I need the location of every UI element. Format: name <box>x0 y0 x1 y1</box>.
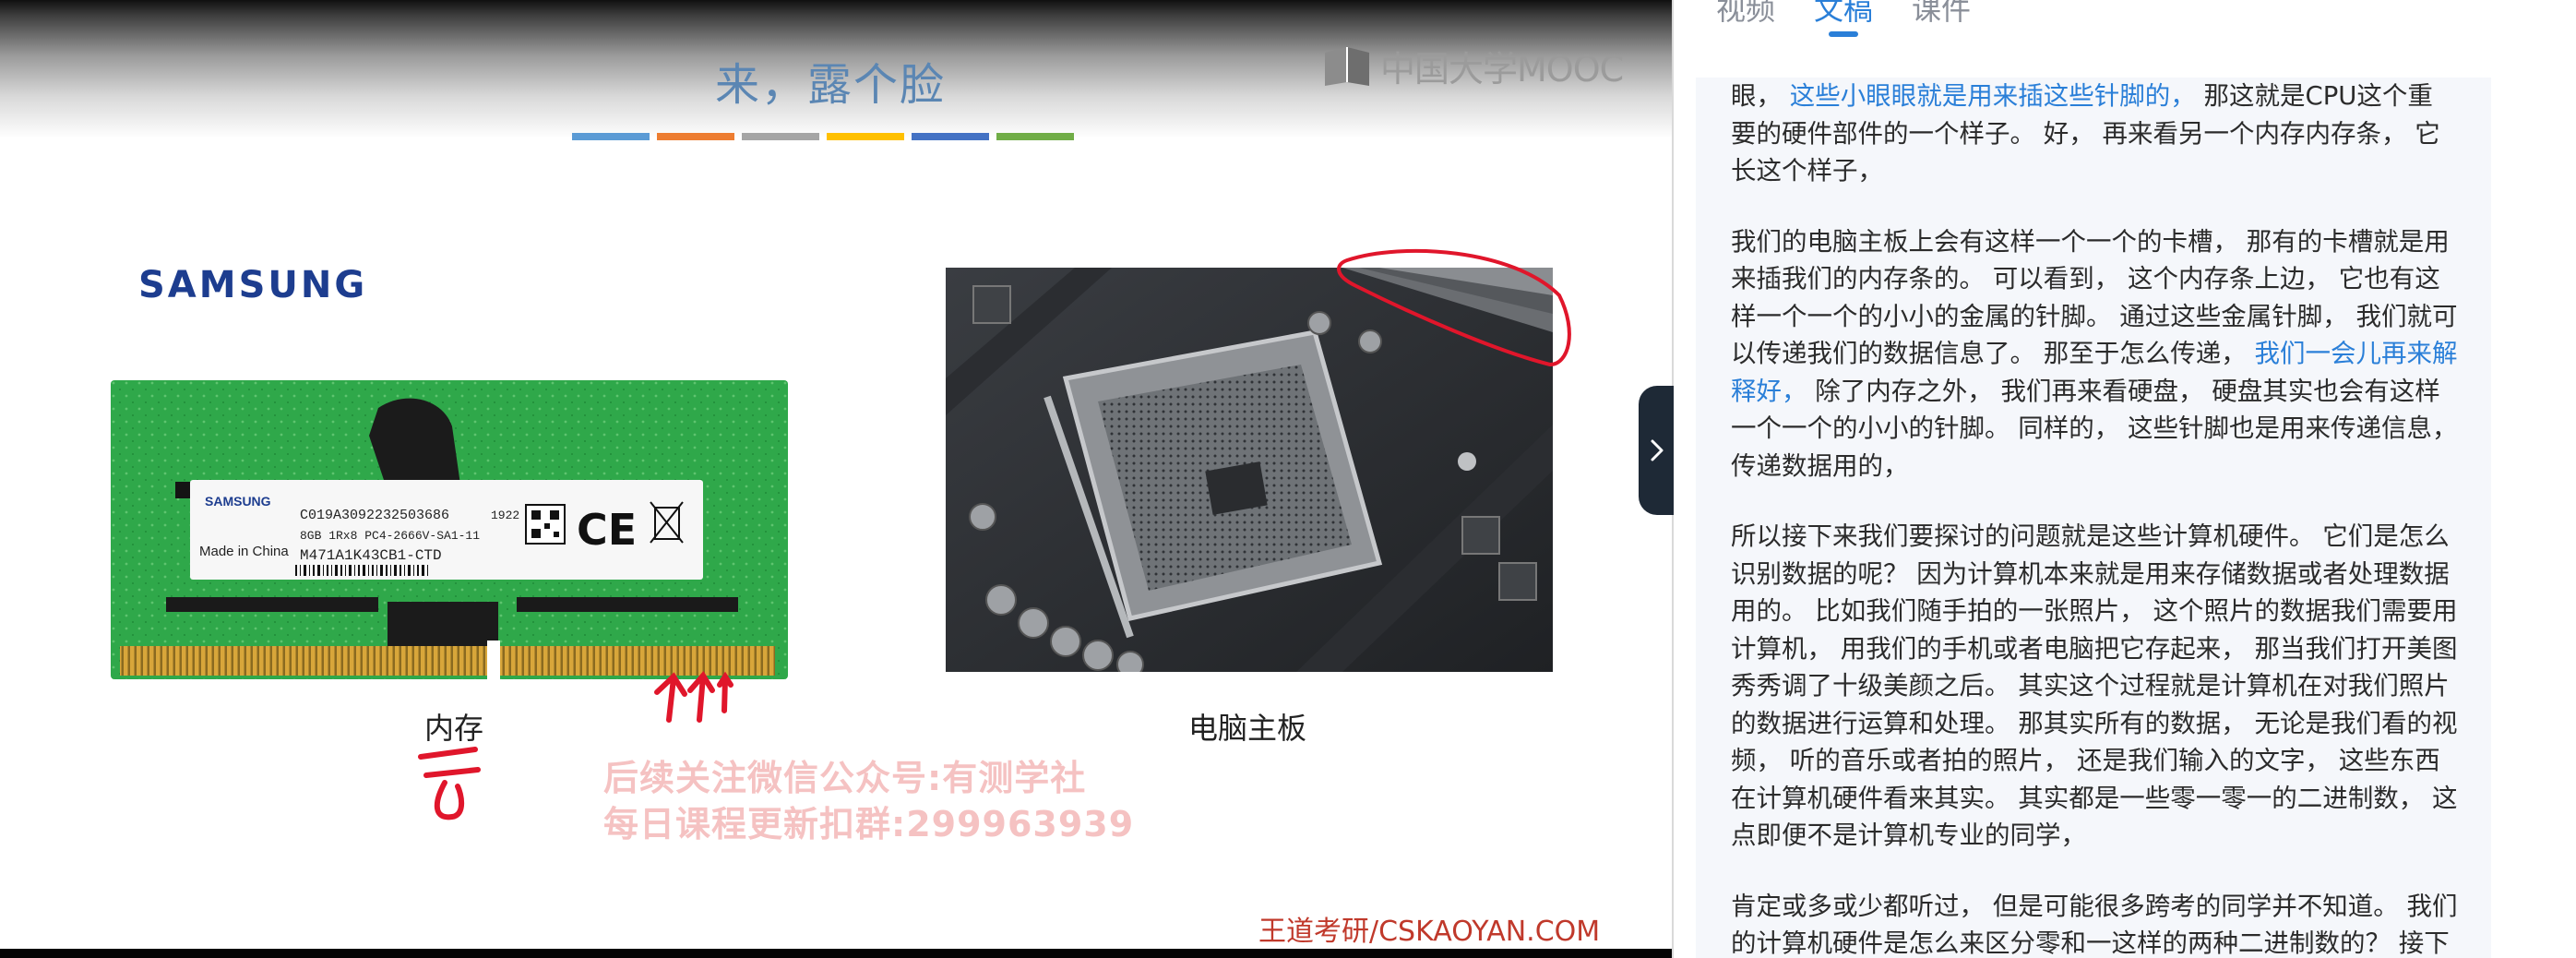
watermark-line-1: 后续关注微信公众号:有测学社 <box>603 758 1087 798</box>
title-color-strip <box>572 133 1074 140</box>
mooc-logo-text: 中国大学MOOC <box>1380 49 1624 90</box>
ram-stick-image: SAMSUNG C019A3092232503686 8GB 1Rx8 PC4-… <box>111 380 788 679</box>
slide-title: 来，露个脸 <box>714 59 946 111</box>
mooc-book-icon <box>1325 46 1369 86</box>
watermark-line-2: 每日课程更新扣群:299963939 <box>603 804 1135 844</box>
transcript-text: 除了内存之外， 我们再来看硬盘， 硬盘其实也会有这样一个一个的小小的针脚。 同样… <box>1731 376 2458 481</box>
ram-caption: 内存 <box>424 711 484 746</box>
collapse-panel-button[interactable] <box>1639 386 1676 515</box>
panel-tabs: 视频 文稿 课件 <box>1716 0 1971 37</box>
video-player[interactable]: 来，露个脸 中国大学MOOC SAMSUNG SAMSUNG C019A3092… <box>0 0 1677 958</box>
tab-video[interactable]: 视频 <box>1716 0 1775 37</box>
strip-segment <box>572 133 650 140</box>
strip-segment <box>912 133 989 140</box>
annotation-arrow <box>687 670 715 723</box>
ram-label-brand: SAMSUNG <box>205 494 271 509</box>
strip-segment <box>742 133 819 140</box>
chevron-right-icon <box>1651 439 1664 461</box>
transcript-area[interactable]: 眼， 这些小眼眼就是用来插这些针脚的， 那这就是CPU这个重要的硬件部件的一个样… <box>1696 78 2491 958</box>
video-bottom-edge <box>0 949 1677 958</box>
strip-segment <box>657 133 734 140</box>
footer-brand: 王道考研/CSKAOYAN.COM <box>1258 916 1601 948</box>
transcript-text: 眼， <box>1731 81 1790 111</box>
motherboard-image <box>946 268 1553 672</box>
ram-label-spec: 8GB 1Rx8 PC4-2666V-SA1-11 <box>300 529 480 543</box>
transcript-paragraph: 我们的电脑主板上会有这样一个一个的卡槽， 那有的卡槽就是用来插我们的内存条的。 … <box>1731 223 2458 485</box>
strip-segment <box>827 133 904 140</box>
ram-label-origin: Made in China <box>199 544 289 559</box>
tab-transcript[interactable]: 文稿 <box>1814 0 1873 37</box>
annotation-underline <box>418 747 481 820</box>
strip-segment <box>996 133 1074 140</box>
tab-courseware[interactable]: 课件 <box>1912 0 1971 37</box>
samsung-logo: SAMSUNG <box>138 264 368 306</box>
annotation-arrow <box>654 672 687 723</box>
motherboard-caption: 电脑主板 <box>1188 711 1307 746</box>
svg-text:CE: CE <box>577 505 637 555</box>
transcript-paragraph: 肯定或多或少都听过， 但是可能很多跨考的同学并不知道。 我们的计算机硬件是怎么来… <box>1731 891 2458 958</box>
transcript-link[interactable]: 这些小眼眼就是用来插这些针脚的， <box>1790 81 2196 111</box>
transcript-paragraph: 眼， 这些小眼眼就是用来插这些针脚的， 那这就是CPU这个重要的硬件部件的一个样… <box>1731 78 2458 190</box>
ram-label-code: C019A3092232503686 <box>300 508 449 523</box>
transcript-paragraph: 所以接下来我们要探讨的问题就是这些计算机硬件。 它们是怎么识别数据的呢？ 因为计… <box>1731 521 2458 850</box>
ram-label-year: 1922 <box>491 509 519 522</box>
side-panel: 视频 文稿 课件 眼， 这些小眼眼就是用来插这些针脚的， 那这就是CPU这个重要… <box>1674 0 2576 958</box>
ram-label-part: M471A1K43CB1-CTD <box>300 547 442 564</box>
annotation-arrow <box>717 671 733 713</box>
mooc-logo: 中国大学MOOC <box>1321 41 1624 91</box>
